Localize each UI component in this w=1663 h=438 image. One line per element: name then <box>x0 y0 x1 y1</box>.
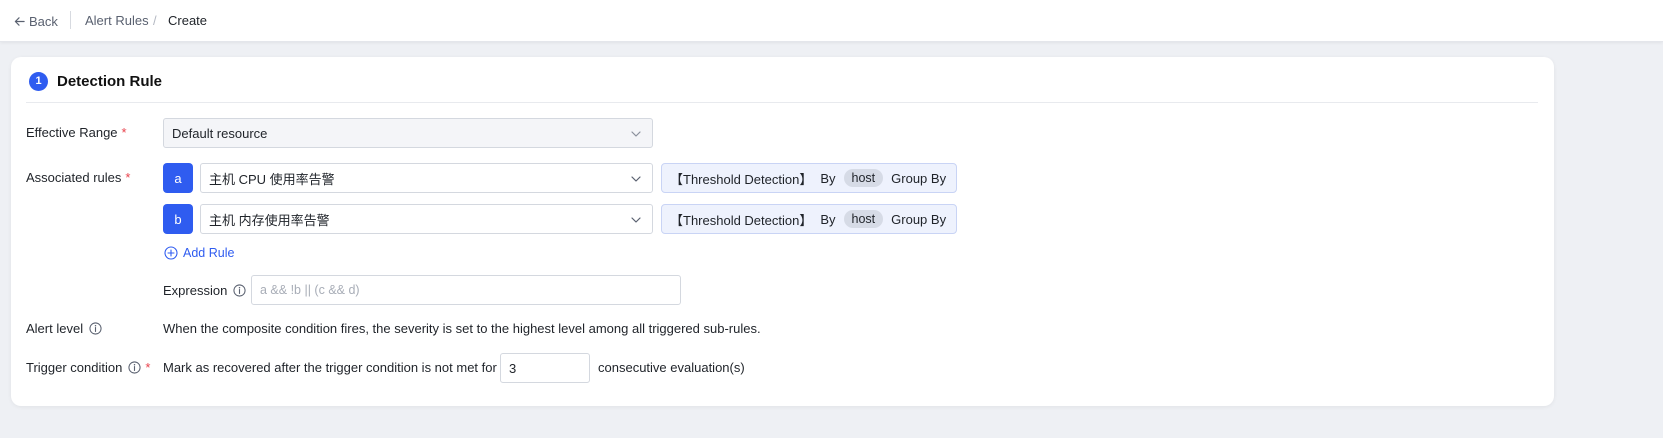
method-group-by: Group By <box>891 170 947 186</box>
step-number-badge: 1 <box>29 71 48 91</box>
info-icon[interactable] <box>89 322 102 335</box>
rule-tag-b: b <box>163 204 193 234</box>
required-mark: * <box>145 360 151 375</box>
group-field-pill: host <box>843 169 884 187</box>
trigger-suffix-text: consecutive evaluation(s) <box>598 360 745 375</box>
trigger-condition-label: Trigger condition * <box>26 360 150 375</box>
info-icon[interactable] <box>128 361 141 374</box>
method-name: 【Threshold Detection】 <box>670 171 813 187</box>
add-rule-label: Add Rule <box>183 246 235 260</box>
rule-method-b: 【Threshold Detection】 By host Group By <box>661 204 958 234</box>
alert-level-label-text: Alert level <box>26 321 84 336</box>
rule-select-b-value: 主机 内存使用率告警 <box>209 212 330 228</box>
method-name: 【Threshold Detection】 <box>670 212 813 228</box>
alert-level-label: Alert level <box>26 321 102 336</box>
chevron-down-icon <box>631 217 641 223</box>
rule-select-b[interactable]: 主机 内存使用率告警 <box>200 204 653 234</box>
chevron-down-icon <box>631 131 641 137</box>
rule-select-a[interactable]: 主机 CPU 使用率告警 <box>200 163 653 193</box>
trigger-prefix-text: Mark as recovered after the trigger cond… <box>163 360 497 375</box>
effective-range-label-text: Effective Range <box>26 125 118 140</box>
expression-label-text: Expression <box>163 283 228 298</box>
effective-range-value: Default resource <box>172 125 268 141</box>
info-icon[interactable] <box>233 284 246 297</box>
chevron-down-icon <box>631 176 641 182</box>
section-title: Detection Rule <box>57 72 163 90</box>
arrow-left-icon <box>14 16 25 26</box>
expression-input[interactable] <box>251 275 681 305</box>
associated-rules-label: Associated rules * <box>26 170 130 185</box>
top-bar: Back Alert Rules / Create <box>0 0 1663 42</box>
method-group-by: Group By <box>891 211 947 227</box>
header-divider <box>70 11 71 29</box>
section-header: 1 Detection Rule <box>29 71 162 91</box>
breadcrumb-create: Create <box>168 13 208 28</box>
detection-rule-card: 1 Detection Rule Effective Range * Defau… <box>11 57 1554 406</box>
rule-select-a-value: 主机 CPU 使用率告警 <box>209 171 335 187</box>
plus-circle-icon <box>164 246 178 260</box>
alert-level-description: When the composite condition fires, the … <box>163 321 761 336</box>
back-label: Back <box>29 13 58 29</box>
expression-label: Expression <box>163 283 246 298</box>
required-mark: * <box>125 170 131 185</box>
associated-rules-label-text: Associated rules <box>26 170 122 185</box>
back-button[interactable]: Back <box>14 12 58 30</box>
effective-range-label: Effective Range * <box>26 125 127 140</box>
effective-range-select[interactable]: Default resource <box>163 118 653 148</box>
group-field-pill: host <box>843 210 884 228</box>
breadcrumb-alert-rules[interactable]: Alert Rules <box>85 12 149 30</box>
breadcrumb-separator: / <box>153 13 157 28</box>
rule-tag-a: a <box>163 163 193 193</box>
method-by: By <box>820 170 836 186</box>
method-by: By <box>820 211 836 227</box>
add-rule-button[interactable]: Add Rule <box>164 246 234 260</box>
required-mark: * <box>121 125 127 140</box>
trigger-condition-label-text: Trigger condition <box>26 360 123 375</box>
trigger-count-input[interactable] <box>500 353 590 383</box>
rule-method-a: 【Threshold Detection】 By host Group By <box>661 163 958 193</box>
section-divider <box>26 102 1538 103</box>
